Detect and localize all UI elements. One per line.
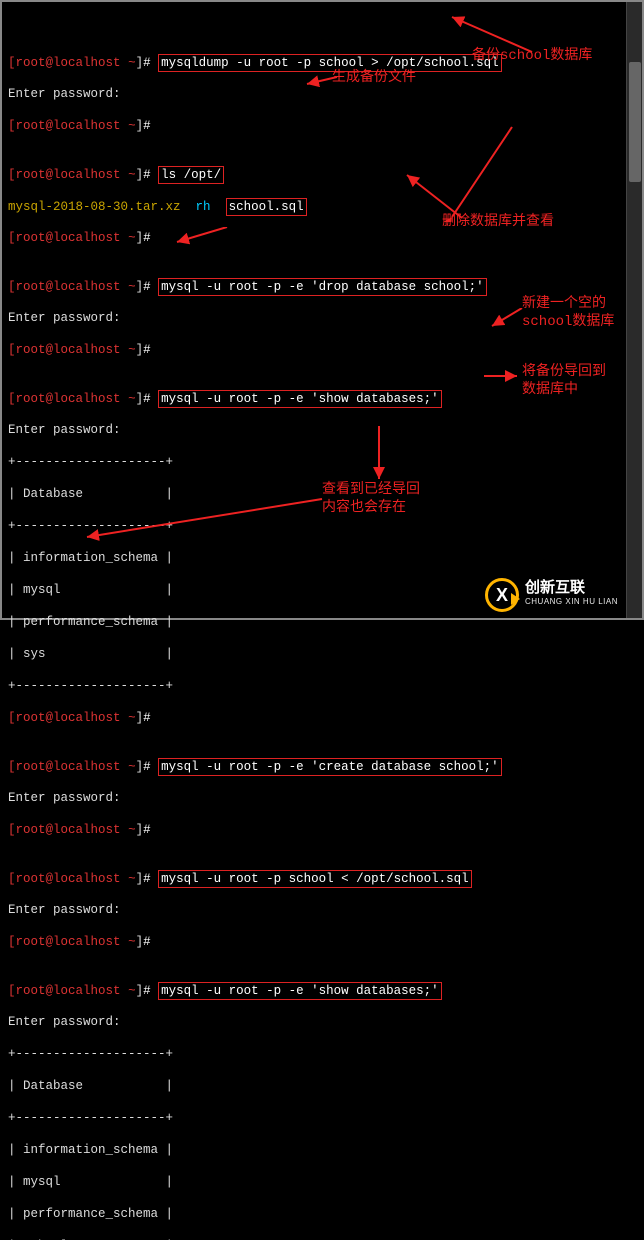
file-tarball: mysql-2018-08-30.tar.xz xyxy=(8,200,181,214)
terminal-output: [root@localhost ~]# mysqldump -u root -p… xyxy=(2,2,629,1240)
prompt-line: [root@localhost ~]# xyxy=(8,822,623,838)
table-row: | school | xyxy=(8,1238,623,1240)
prompt-line: [root@localhost ~]# xyxy=(8,230,623,246)
prompt-line: [root@localhost ~]# ls /opt/ xyxy=(8,166,623,182)
prompt-line: [root@localhost ~]# xyxy=(8,934,623,950)
annotation-newempty-l1: 新建一个空的 xyxy=(522,296,606,312)
file-rh: rh xyxy=(196,200,211,214)
prompt-line: [root@localhost ~]# mysql -u root -p sch… xyxy=(8,870,623,886)
annotation-verify-l2: 内容也会存在 xyxy=(322,500,406,516)
annotation-restore-l2: 数据库中 xyxy=(522,382,578,398)
enter-password: Enter password: xyxy=(8,422,623,438)
table-row: | mysql | xyxy=(8,1174,623,1190)
table-row: | sys | xyxy=(8,646,623,662)
table-border: +--------------------+ xyxy=(8,1110,623,1126)
scrollbar-thumb[interactable] xyxy=(629,62,641,182)
table-row: | performance_schema | xyxy=(8,614,623,630)
table-row: | information_schema | xyxy=(8,550,623,566)
table-border: +--------------------+ xyxy=(8,454,623,470)
annotation-dropview: 删除数据库并查看 xyxy=(442,214,554,230)
table-header: | Database | xyxy=(8,486,623,502)
prompt-line: [root@localhost ~]# mysql -u root -p -e … xyxy=(8,278,623,294)
annotation-verify-l1: 查看到已经导回 xyxy=(322,482,420,498)
enter-password: Enter password: xyxy=(8,902,623,918)
logo-cn: 创新互联 xyxy=(525,581,618,595)
watermark-logo: X 创新互联 CHUANG XIN HU LIAN xyxy=(485,578,618,612)
table-border: +--------------------+ xyxy=(8,1046,623,1062)
prompt-line: [root@localhost ~]# xyxy=(8,118,623,134)
prompt-line: [root@localhost ~]# mysql -u root -p -e … xyxy=(8,982,623,998)
prompt-line: [root@localhost ~]# xyxy=(8,342,623,358)
table-header: | Database | xyxy=(8,1078,623,1094)
table-border: +--------------------+ xyxy=(8,518,623,534)
ls-output: mysql-2018-08-30.tar.xz rh school.sql xyxy=(8,198,623,214)
cmd-drop: mysql -u root -p -e 'drop database schoo… xyxy=(158,278,487,296)
annotation-newempty-l2: school数据库 xyxy=(522,314,614,330)
prompt-line: [root@localhost ~]# xyxy=(8,710,623,726)
logo-mark-icon: X xyxy=(485,578,519,612)
prompt-line: [root@localhost ~]# mysql -u root -p -e … xyxy=(8,758,623,774)
cmd-show2: mysql -u root -p -e 'show databases;' xyxy=(158,982,442,1000)
enter-password: Enter password: xyxy=(8,790,623,806)
annotation-genfile: 生成备份文件 xyxy=(332,70,416,86)
enter-password: Enter password: xyxy=(8,1014,623,1030)
enter-password: Enter password: xyxy=(8,86,623,102)
file-schoolsql: school.sql xyxy=(226,198,307,216)
logo-en: CHUANG XIN HU LIAN xyxy=(525,595,618,609)
annotation-restore-l1: 将备份导回到 xyxy=(522,364,606,380)
annotation-backup: 备份school数据库 xyxy=(472,48,592,64)
table-row: | information_schema | xyxy=(8,1142,623,1158)
cmd-ls: ls /opt/ xyxy=(158,166,224,184)
cmd-mysqldump: mysqldump -u root -p school > /opt/schoo… xyxy=(158,54,502,72)
cmd-create: mysql -u root -p -e 'create database sch… xyxy=(158,758,502,776)
table-row: | performance_schema | xyxy=(8,1206,623,1222)
cmd-restore: mysql -u root -p school < /opt/school.sq… xyxy=(158,870,472,888)
scrollbar[interactable] xyxy=(626,2,642,618)
cmd-show1: mysql -u root -p -e 'show databases;' xyxy=(158,390,442,408)
table-border: +--------------------+ xyxy=(8,678,623,694)
